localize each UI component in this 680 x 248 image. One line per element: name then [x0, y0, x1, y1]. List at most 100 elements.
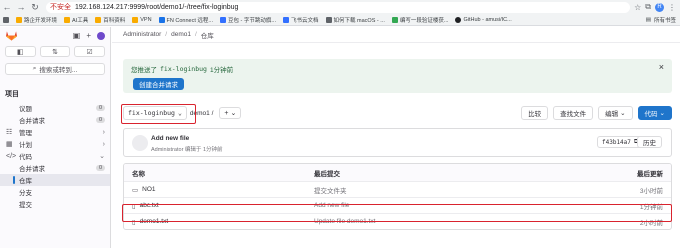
- sidebar-item-branches[interactable]: 分支: [0, 186, 110, 198]
- breadcrumb-item[interactable]: demo1: [171, 31, 191, 38]
- site-icon: [325, 16, 332, 23]
- compare-button[interactable]: 比较: [521, 106, 549, 120]
- gitlab-logo-icon[interactable]: [5, 30, 18, 41]
- url-text: 192.168.124.217:9999/root/demo1/-/tree/f…: [75, 3, 239, 11]
- extensions-icon[interactable]: ⧉: [645, 2, 651, 12]
- repo-toolbar: fix-loginbug ⌄ demo1 / + ⌄ 比较 查找文件 编辑 ⌄ …: [123, 106, 672, 120]
- commit-title[interactable]: Add new file: [151, 135, 189, 142]
- browser-address-row: ← → ↻ 不安全 192.168.124.217:9999/root/demo…: [0, 0, 680, 14]
- branch-selector[interactable]: fix-loginbug ⌄: [123, 106, 187, 120]
- breadcrumb-item[interactable]: Administrator: [123, 31, 161, 38]
- menu-icon[interactable]: ⋮: [668, 3, 676, 12]
- file-tree-table: 名称 最后提交 最后更新 ▭ NO1 提交文件夹 3小时前 ▯ abc.txt …: [123, 163, 672, 230]
- folder-icon: [64, 16, 71, 23]
- issues-shortcut-button[interactable]: ◧: [5, 46, 36, 57]
- site-icon: [220, 16, 227, 23]
- bookmark-item[interactable]: FN Connect 远程...: [158, 16, 213, 24]
- bookmark-item[interactable]: 路企开发环境: [16, 16, 57, 24]
- search-icon: ⌕: [32, 65, 37, 72]
- sidebar-item-code-merge-requests[interactable]: 合并请求 0: [0, 162, 110, 174]
- count-badge: 0: [95, 105, 105, 111]
- address-bar[interactable]: 不安全 192.168.124.217:9999/root/demo1/-/tr…: [46, 1, 631, 13]
- todo-icon: ☑: [86, 48, 93, 56]
- history-button[interactable]: 历史: [637, 136, 662, 148]
- add-to-tree-button[interactable]: + ⌄: [219, 107, 242, 119]
- edit-dropdown-button[interactable]: 编辑 ⌄: [598, 106, 633, 120]
- column-header-name: 名称: [132, 170, 145, 178]
- folder-icon: [16, 16, 22, 23]
- merge-requests-shortcut-button[interactable]: ⇅: [39, 46, 71, 57]
- bookmark-item[interactable]: 百科资料: [95, 16, 125, 24]
- file-last-commit[interactable]: 提交文件夹: [314, 185, 601, 195]
- reload-icon[interactable]: ↻: [28, 0, 42, 14]
- sidebar-item-issues[interactable]: 议题 0: [0, 102, 110, 114]
- bookmark-item[interactable]: 豆包 - 字节跳动旗...: [220, 16, 276, 24]
- sidebar-section-title: 项目: [5, 91, 19, 98]
- all-bookmarks[interactable]: ▤ 所有书签: [646, 16, 680, 24]
- find-file-button[interactable]: 查找文件: [553, 106, 594, 120]
- sidebar-item-merge-requests[interactable]: 合并请求 0: [0, 114, 110, 126]
- file-name[interactable]: abc.txt: [140, 202, 159, 209]
- site-icon: [158, 16, 165, 23]
- file-icon: ▯: [132, 202, 136, 210]
- github-icon: [455, 16, 462, 23]
- chevron-down-icon: ⌄: [230, 110, 237, 117]
- sidebar-item-plan[interactable]: ▦ 计划 ›: [0, 138, 110, 150]
- toolbar-actions: 比较 查找文件 编辑 ⌄ 代码 ⌄: [521, 106, 672, 120]
- merge-request-icon: ⇅: [52, 48, 58, 56]
- planning-icon: ▦: [6, 141, 13, 148]
- table-row[interactable]: ▯ abc.txt Add new file 1分钟前: [124, 197, 671, 213]
- count-badge: 0: [95, 117, 105, 123]
- user-avatar[interactable]: [97, 31, 105, 40]
- folder-icon: ▭: [132, 186, 139, 194]
- commit-author-avatar[interactable]: [132, 135, 148, 151]
- bookmark-item[interactable]: GitHub - amusi/IC...: [455, 16, 512, 23]
- browser-actions: ☆ ⧉ R ⋮: [634, 2, 680, 12]
- bookmark-item[interactable]: 编写一段验证楼获...: [391, 16, 448, 24]
- bookmark-item[interactable]: VPN: [132, 16, 152, 23]
- bookmarks-bar: 路企开发环境 AI工具 百科资料 VPN FN Connect 远程... 豆包…: [0, 14, 680, 26]
- bookmark-apps[interactable]: [3, 16, 9, 23]
- create-new-icon[interactable]: +: [86, 31, 91, 40]
- code-icon: </>: [6, 152, 17, 160]
- issues-icon: ◧: [17, 48, 24, 56]
- users-icon: ☷: [6, 129, 13, 136]
- pushed-branch-name[interactable]: fix-loginbug: [160, 65, 207, 73]
- last-commit-box: Add new file Administrator 编辑于 1分钟前 f43b…: [123, 128, 672, 157]
- sidebar-item-repository[interactable]: 仓库: [0, 174, 110, 186]
- forward-icon[interactable]: →: [14, 0, 28, 14]
- push-alert: 您推送了 fix-loginbug 1分钟前 创建合并请求 ×: [123, 59, 672, 93]
- table-row[interactable]: ▯ demo1.txt Update file demo1.txt 2小时前: [124, 213, 671, 229]
- breadcrumb: Administrator / demo1 / 仓库: [112, 27, 680, 43]
- chevron-down-icon: ⌄: [620, 110, 626, 117]
- sidebar-top-actions: ▣ +: [73, 31, 105, 40]
- file-icon: ▯: [132, 218, 136, 226]
- todos-shortcut-button[interactable]: ☑: [74, 46, 106, 57]
- sidebar-item-commits[interactable]: 提交: [0, 198, 110, 210]
- bookmark-item[interactable]: 飞书云文档: [283, 16, 319, 24]
- sidebar-item-code[interactable]: </> 代码 ⌄: [0, 150, 110, 162]
- file-last-commit[interactable]: Update file demo1.txt: [314, 218, 601, 225]
- back-icon[interactable]: ←: [0, 0, 14, 14]
- bookmark-star-icon[interactable]: ☆: [634, 3, 641, 12]
- sidebar-item-manage[interactable]: ☷ 管理 ›: [0, 126, 110, 138]
- search-button[interactable]: ⌕ 搜索或转到...: [5, 63, 105, 75]
- close-icon[interactable]: ×: [659, 62, 664, 72]
- folder-icon: [95, 16, 102, 23]
- file-name[interactable]: demo1.txt: [140, 218, 169, 225]
- chevron-down-icon: ⌄: [99, 153, 105, 160]
- file-name[interactable]: NO1: [142, 186, 155, 193]
- table-row[interactable]: ▭ NO1 提交文件夹 3小时前: [124, 181, 671, 197]
- collapse-sidebar-icon[interactable]: ▣: [73, 31, 81, 40]
- sidebar-quick-actions: ◧ ⇅ ☑: [0, 44, 110, 59]
- file-last-commit[interactable]: Add new file: [314, 202, 601, 209]
- profile-avatar[interactable]: R: [655, 2, 664, 12]
- bookmark-item[interactable]: 如何下载 macOS - ...: [325, 16, 385, 24]
- bookmark-item[interactable]: AI工具: [64, 16, 88, 24]
- path-breadcrumb[interactable]: demo1 /: [190, 110, 214, 117]
- file-last-update: 3小时前: [639, 187, 663, 195]
- insecure-warning[interactable]: 不安全: [50, 2, 71, 12]
- code-dropdown-button[interactable]: 代码 ⌄: [637, 106, 672, 120]
- breadcrumb-item[interactable]: 仓库: [201, 30, 214, 40]
- create-merge-request-button[interactable]: 创建合并请求: [133, 78, 184, 90]
